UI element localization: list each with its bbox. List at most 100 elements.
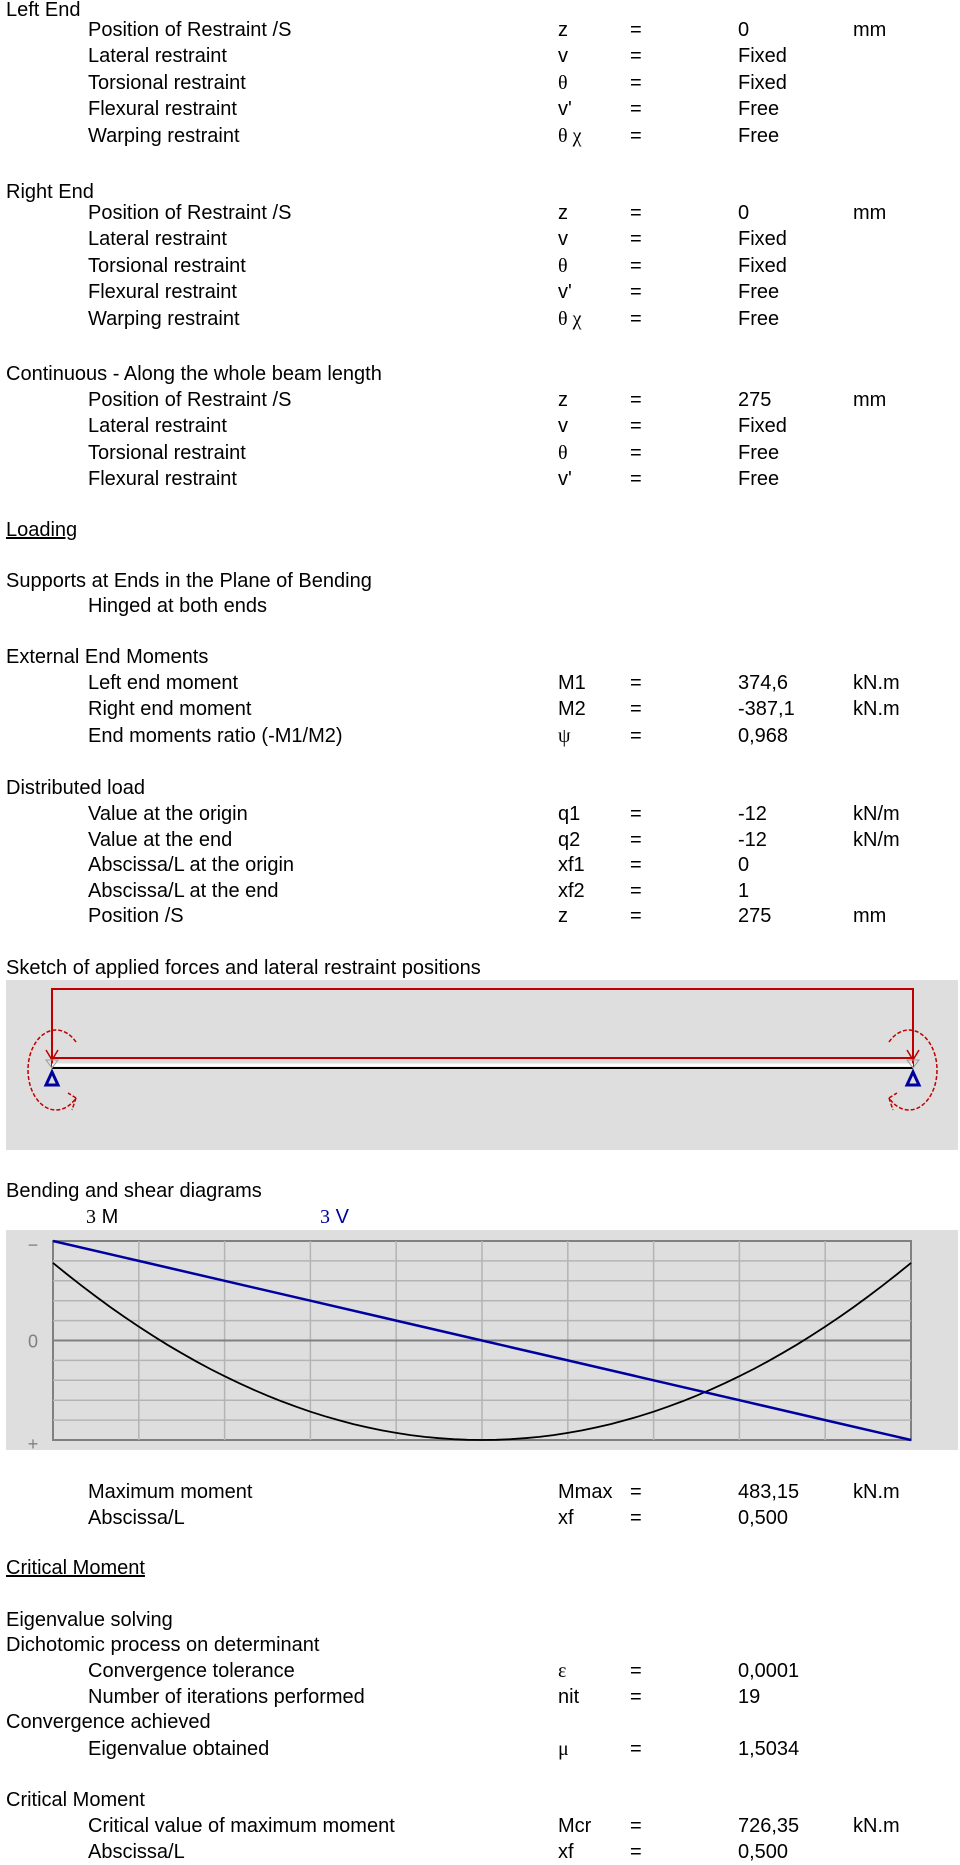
table-row: Abscissa/L at the end xf2 = 1 — [0, 878, 960, 904]
heading-text: Loading — [6, 519, 78, 541]
row-symbol: ε — [558, 1660, 567, 1682]
row-label: Abscissa/L at the end — [88, 880, 279, 902]
section-heading-critical-result: Critical Moment — [0, 1787, 960, 1813]
row-label: Convergence tolerance — [88, 1660, 295, 1682]
section-heading-critical-moment: Critical Moment — [0, 1555, 960, 1581]
table-row: Right end moment M2 = -387,1 kN.m — [0, 696, 960, 722]
table-row: Convergence tolerance ε = 0,0001 — [0, 1658, 960, 1684]
row-value: -12 — [738, 803, 767, 825]
row-symbol: θ — [558, 442, 568, 464]
row-label: End moments ratio (-M1/M2) — [88, 725, 343, 747]
row-value: 0,500 — [738, 1841, 789, 1863]
table-row: Flexural restraint v' = Free — [0, 96, 960, 122]
table-row: Torsional restraint θ = Free — [0, 440, 960, 466]
row-equals: = — [630, 1507, 642, 1529]
table-row: Value at the origin q1 = -12 kN/m — [0, 801, 960, 827]
heading-text: Continuous - Along the whole beam length — [6, 363, 382, 385]
row-equals: = — [630, 415, 642, 437]
row-unit: kN/m — [853, 803, 900, 825]
row-equals: = — [630, 442, 642, 464]
row-symbol: xf — [558, 1507, 574, 1529]
row-equals: = — [630, 829, 642, 851]
table-row: Value at the end q2 = -12 kN/m — [0, 827, 960, 853]
table-row: Torsional restraint θ = Fixed — [0, 253, 960, 279]
row-equals: = — [630, 698, 642, 720]
row-equals: = — [630, 389, 642, 411]
legend-item-m: 3 M — [86, 1204, 118, 1230]
chart-legend: 3 M 3 V — [0, 1204, 960, 1230]
row-symbol: z — [558, 905, 568, 927]
row-label: Warping restraint — [88, 125, 240, 147]
row-equals: = — [630, 803, 642, 825]
row-unit: mm — [853, 19, 887, 41]
table-row: Abscissa/L xf = 0,500 — [0, 1505, 960, 1531]
row-symbol: z — [558, 202, 568, 224]
table-row: Critical value of maximum moment Mcr = 726,… — [0, 1813, 960, 1839]
row-equals: = — [630, 202, 642, 224]
row-symbol: θ — [558, 72, 568, 94]
row-symbol: θ — [558, 255, 568, 277]
row-label: Flexural restraint — [88, 468, 237, 490]
row-label: Abscissa/L at the origin — [88, 854, 295, 876]
distributed-load-outline — [51, 988, 914, 1067]
row-value: Free — [738, 308, 780, 330]
row-symbol: z — [558, 19, 568, 41]
row-value: 0,500 — [738, 1507, 789, 1529]
heading-text: External End Moments — [6, 646, 209, 668]
row-equals: = — [630, 905, 642, 927]
right-support-icon — [904, 1068, 922, 1087]
heading-text: Eigenvalue solving — [6, 1609, 173, 1631]
row-equals: = — [630, 1660, 642, 1682]
row-symbol: xf — [558, 1841, 574, 1863]
table-row: Abscissa/L at the origin xf1 = 0 — [0, 852, 960, 878]
row-symbol: v — [558, 228, 568, 250]
row-label: Torsional restraint — [88, 255, 246, 277]
row-label: Position of Restraint /S — [88, 19, 292, 41]
left-support-icon — [43, 1068, 61, 1087]
row-value: 1 — [738, 880, 750, 902]
section-heading-continuous: Continuous - Along the whole beam length — [0, 361, 960, 387]
row-symbol: z — [558, 389, 568, 411]
row-label: Warping restraint — [88, 308, 240, 330]
row-value: 275 — [738, 389, 772, 411]
row-value: 0,0001 — [738, 1660, 800, 1682]
table-row: Warping restraint θ χ = Free — [0, 123, 960, 149]
section-heading-loading: Loading — [0, 517, 960, 543]
row-symbol: v' — [558, 281, 572, 303]
row-value: Free — [738, 442, 780, 464]
row-label: Eigenvalue obtained — [88, 1738, 270, 1760]
row-symbol: v' — [558, 98, 572, 120]
row-symbol: v' — [558, 468, 572, 490]
row-equals: = — [630, 1738, 642, 1760]
row-symbol: xf2 — [558, 880, 585, 902]
row-label: Value at the end — [88, 829, 233, 851]
row-symbol: ψ — [558, 725, 571, 747]
row-symbol: v — [558, 415, 568, 437]
row-unit: mm — [853, 389, 887, 411]
table-row: Eigenvalue obtained μ = 1,5034 — [0, 1736, 960, 1762]
legend-marker: 3 — [86, 1206, 96, 1228]
heading-text: Critical Moment — [6, 1557, 145, 1579]
row-equals: = — [630, 45, 642, 67]
table-row: End moments ratio (-M1/M2) ψ = 0,968 — [0, 723, 960, 749]
section-heading-distributed-load: Distributed load — [0, 775, 960, 801]
row-unit: mm — [853, 202, 887, 224]
row-value: Free — [738, 125, 780, 147]
row-label: Lateral restraint — [88, 415, 227, 437]
row-label: Left end moment — [88, 672, 239, 694]
row-unit: kN/m — [853, 829, 900, 851]
row-value: 19 — [738, 1686, 761, 1708]
legend-label: M — [101, 1206, 119, 1228]
heading-text: Convergence achieved — [6, 1711, 211, 1733]
row-value: 0,968 — [738, 725, 789, 747]
row-value: -12 — [738, 829, 767, 851]
row-value: Fixed — [738, 45, 787, 67]
table-row: Lateral restraint v = Fixed — [0, 413, 960, 439]
table-row: Hinged at both ends — [0, 593, 960, 619]
row-value: 483,15 — [738, 1481, 800, 1503]
heading-text: Supports at Ends in the Plane of Bending — [6, 570, 372, 592]
table-row: Lateral restraint v = Fixed — [0, 226, 960, 252]
row-equals: = — [630, 880, 642, 902]
row-symbol: Mcr — [558, 1815, 592, 1837]
row-label: Position of Restraint /S — [88, 389, 292, 411]
